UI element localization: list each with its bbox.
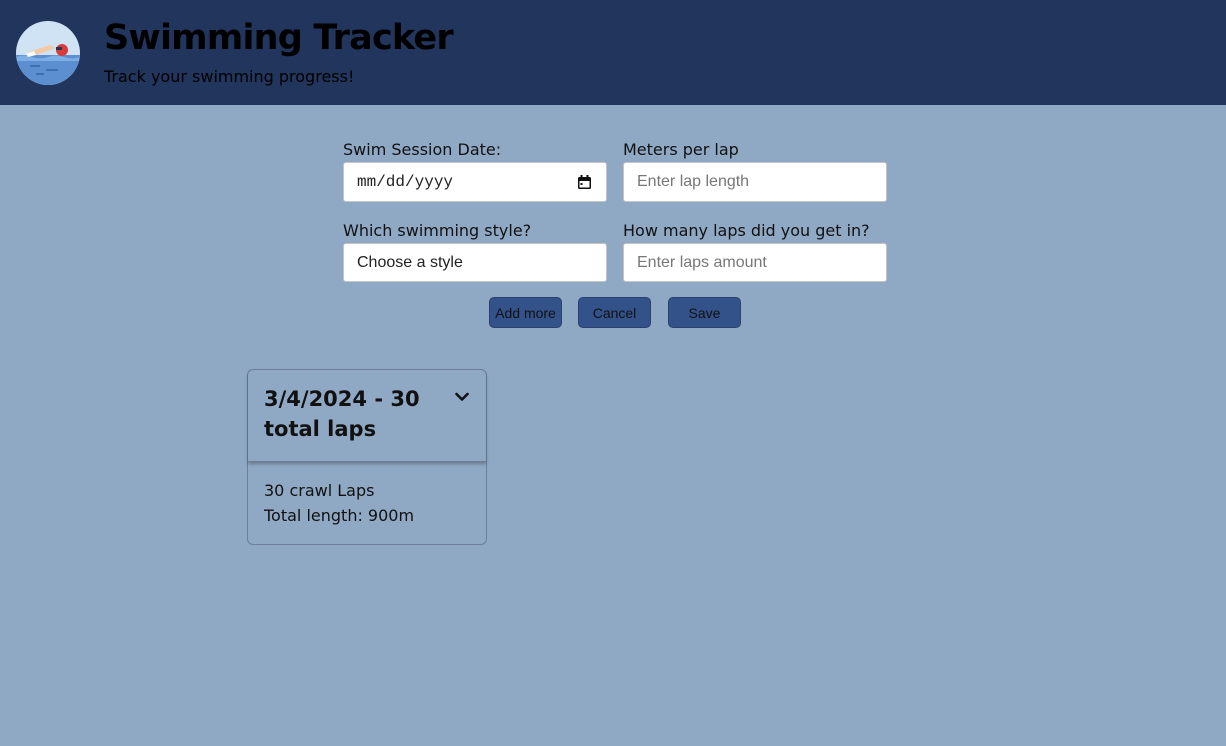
chevron-down-icon[interactable] — [455, 392, 469, 402]
session-title: 3/4/2024 - 30 total laps — [264, 387, 420, 441]
add-more-button[interactable]: Add more — [489, 297, 562, 328]
laps-input[interactable]: Enter laps amount — [623, 243, 887, 282]
app-subtitle: Track your swimming progress! — [104, 67, 355, 86]
date-input[interactable]: mm/dd/yyyy — [343, 162, 607, 202]
date-label: Swim Session Date: — [343, 140, 502, 159]
meters-placeholder: Enter lap length — [637, 173, 750, 190]
app-title: Swimming Tracker — [104, 18, 454, 58]
session-total: Total length: 900m — [264, 506, 415, 525]
session-card-header[interactable]: 3/4/2024 - 30 total laps — [248, 370, 486, 462]
meters-label: Meters per lap — [623, 140, 739, 159]
app-header: Swimming Tracker Track your swimming pro… — [0, 0, 1226, 105]
date-value: mm/dd/yyyy — [357, 173, 454, 191]
calendar-icon[interactable] — [577, 175, 592, 190]
style-label: Which swimming style? — [343, 221, 532, 240]
style-select[interactable]: Choose a style — [343, 243, 607, 282]
style-selected: Choose a style — [357, 253, 463, 271]
save-button[interactable]: Save — [668, 297, 741, 328]
session-card: 3/4/2024 - 30 total laps 30 crawl Laps T… — [247, 369, 487, 545]
cancel-button[interactable]: Cancel — [578, 297, 651, 328]
session-detail: 30 crawl Laps — [264, 481, 375, 500]
laps-placeholder: Enter laps amount — [637, 253, 767, 271]
swimmer-icon — [16, 21, 80, 85]
laps-label: How many laps did you get in? — [623, 221, 870, 240]
meters-input[interactable]: Enter lap length — [623, 162, 887, 202]
